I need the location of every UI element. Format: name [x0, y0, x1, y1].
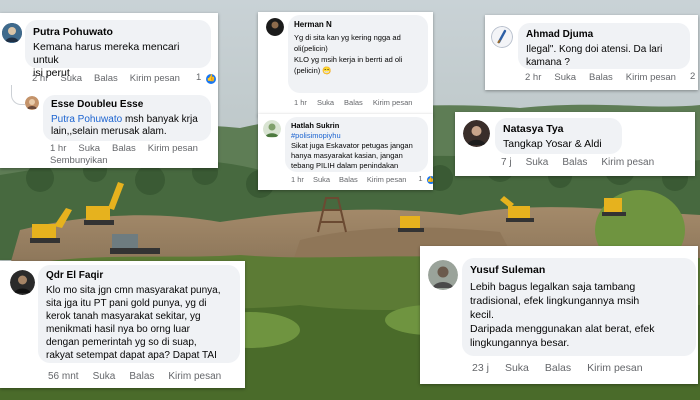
- comment-time[interactable]: 2 hr: [525, 72, 541, 83]
- avatar[interactable]: [491, 26, 513, 48]
- like-button[interactable]: Suka: [60, 73, 82, 84]
- comment-actions: 2 hr Suka Balas Kirim pesan 2 👍: [525, 71, 695, 83]
- comment-bubble: Qdr El Faqir Klo mo sita jgn cmn masyara…: [38, 265, 240, 363]
- like-button[interactable]: Suka: [78, 143, 100, 154]
- comment-author[interactable]: Esse Doubleu Esse: [51, 99, 203, 110]
- comment-bubble: Putra Pohuwato Kemana harus mereka menca…: [25, 20, 211, 79]
- comment-text: Putra Pohuwato msh banyak krja lain,,sel…: [51, 114, 198, 137]
- comment-bubble: Natasya Tya Tangkap Yosar & Aldi: [495, 118, 622, 154]
- like-button[interactable]: Suka: [505, 362, 529, 374]
- like-button[interactable]: Suka: [93, 371, 116, 382]
- reply-button[interactable]: Balas: [545, 362, 571, 374]
- comment-author[interactable]: Natasya Tya: [503, 123, 614, 135]
- comment-actions: 23 j Suka Balas Kirim pesan: [472, 362, 643, 374]
- hashtag-link[interactable]: #polisimopiyhu: [291, 131, 422, 141]
- comment-text: Ilegal". Kong doi atensi. Da lari kamana…: [526, 44, 663, 68]
- comment-bubble: Hatlah Sukrin #polisimopiyhu Sikat juga …: [285, 117, 428, 172]
- avatar[interactable]: [263, 120, 281, 138]
- hide-button-row: Sembunyikan: [50, 155, 108, 166]
- comment-actions: 1 hr Suka Balas Kirim pesan: [294, 98, 412, 107]
- mention-link[interactable]: Putra Pohuwato: [51, 114, 122, 125]
- reply-connector: [11, 85, 25, 105]
- comment-time[interactable]: 2 hr: [32, 73, 48, 84]
- avatar[interactable]: [428, 260, 458, 290]
- reply-button[interactable]: Balas: [339, 175, 358, 184]
- like-count[interactable]: 1 👍: [196, 72, 216, 84]
- thumbs-up-icon: 👍: [426, 176, 433, 184]
- avatar[interactable]: [463, 120, 490, 147]
- reply-button[interactable]: Balas: [562, 157, 587, 168]
- send-message-button[interactable]: Kirim pesan: [148, 143, 198, 154]
- comment-actions: 7 j Suka Balas Kirim pesan: [501, 157, 654, 168]
- reply-button[interactable]: Balas: [112, 143, 136, 154]
- thumbs-up-icon: 👍: [205, 74, 216, 84]
- avatar[interactable]: [25, 96, 39, 110]
- like-button[interactable]: Suka: [313, 175, 330, 184]
- hide-button[interactable]: Sembunyikan: [50, 155, 108, 166]
- avatar[interactable]: [2, 23, 22, 43]
- send-message-button[interactable]: Kirim pesan: [587, 362, 642, 374]
- comment-text: Sikat juga Eskavator petugas jangan hany…: [291, 141, 413, 170]
- comment-card: Ahmad Djuma Ilegal". Kong doi atensi. Da…: [485, 15, 698, 90]
- send-message-button[interactable]: Kirim pesan: [130, 73, 180, 84]
- comment-card: Natasya Tya Tangkap Yosar & Aldi 7 j Suk…: [455, 112, 695, 176]
- comment-author[interactable]: Putra Pohuwato: [33, 26, 203, 38]
- send-message-button[interactable]: Kirim pesan: [373, 98, 413, 107]
- comment-author[interactable]: Herman N: [294, 20, 422, 29]
- comment-card: Herman N Yg di sita kan yg kering ngga a…: [258, 12, 433, 116]
- comment-card: Putra Pohuwato Kemana harus mereka menca…: [0, 13, 218, 168]
- comment-author[interactable]: Qdr El Faqir: [46, 270, 232, 281]
- send-message-button[interactable]: Kirim pesan: [626, 72, 676, 83]
- comment-actions: 1 hr Suka Balas Kirim pesan 1 👍: [291, 174, 433, 184]
- avatar[interactable]: [266, 18, 284, 36]
- reply-button[interactable]: Balas: [94, 73, 118, 84]
- reply-bubble: Esse Doubleu Esse Putra Pohuwato msh ban…: [43, 95, 211, 141]
- comment-bubble: Yusuf Suleman Lebih bagus legalkan saja …: [462, 258, 696, 356]
- comment-author[interactable]: Ahmad Djuma: [526, 29, 682, 40]
- like-button[interactable]: Suka: [526, 157, 549, 168]
- comment-card: Hatlah Sukrin #polisimopiyhu Sikat juga …: [258, 114, 433, 190]
- comment-bubble: Ahmad Djuma Ilegal". Kong doi atensi. Da…: [518, 23, 690, 69]
- comment-text: Klo mo sita jgn cmn masyarakat punya, si…: [46, 285, 221, 361]
- comment-actions: 2 hr Suka Balas Kirim pesan 1 👍: [32, 72, 216, 84]
- like-button[interactable]: Suka: [554, 72, 576, 83]
- comment-text: Lebih bagus legalkan saja tambang tradis…: [470, 281, 655, 349]
- comment-actions: 1 hr Suka Balas Kirim pesan: [50, 143, 198, 154]
- comment-time[interactable]: 23 j: [472, 362, 489, 374]
- comment-card: Qdr El Faqir Klo mo sita jgn cmn masyara…: [0, 261, 245, 388]
- like-button[interactable]: Suka: [317, 98, 334, 107]
- reply-button[interactable]: Balas: [344, 98, 363, 107]
- like-count[interactable]: 2 👍: [690, 71, 698, 83]
- comment-author[interactable]: Hatlah Sukrin: [291, 121, 422, 130]
- avatar[interactable]: [10, 270, 35, 295]
- comment-time[interactable]: 1 hr: [294, 98, 307, 107]
- send-message-button[interactable]: Kirim pesan: [367, 175, 407, 184]
- like-count[interactable]: 1 👍: [418, 174, 433, 184]
- comment-author[interactable]: Yusuf Suleman: [470, 264, 688, 276]
- comment-card: Yusuf Suleman Lebih bagus legalkan saja …: [420, 246, 698, 384]
- reply-button[interactable]: Balas: [129, 371, 154, 382]
- reply-button[interactable]: Balas: [589, 72, 613, 83]
- send-message-button[interactable]: Kirim pesan: [601, 157, 654, 168]
- grin-emoji-icon: 😁: [322, 66, 332, 75]
- comment-actions: 56 mnt Suka Balas Kirim pesan: [48, 371, 221, 382]
- comment-text: Tangkap Yosar & Aldi: [503, 138, 602, 150]
- send-message-button[interactable]: Kirim pesan: [168, 371, 221, 382]
- comment-text: Yg di sita kan yg kering ngga ad oli(pel…: [294, 33, 403, 75]
- comment-bubble: Herman N Yg di sita kan yg kering ngga a…: [288, 15, 428, 93]
- comment-time[interactable]: 7 j: [501, 157, 512, 168]
- comment-time[interactable]: 1 hr: [291, 175, 304, 184]
- comment-time[interactable]: 56 mnt: [48, 371, 79, 382]
- comment-time[interactable]: 1 hr: [50, 143, 66, 154]
